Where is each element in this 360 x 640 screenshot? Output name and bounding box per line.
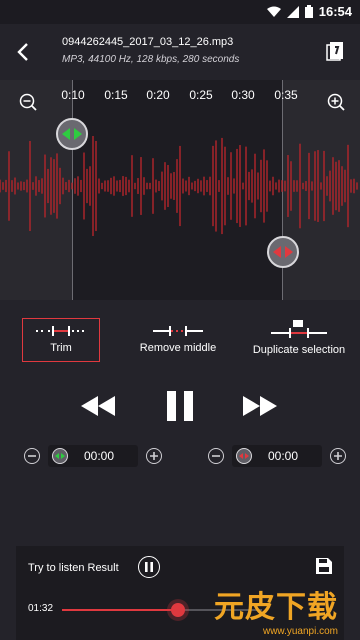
battery-icon <box>304 5 313 18</box>
result-progress-fill <box>62 609 178 611</box>
end-time-increase-button[interactable] <box>330 448 346 464</box>
plus-icon <box>150 452 158 460</box>
fast-forward-icon <box>243 396 277 416</box>
result-pause-button[interactable] <box>138 556 160 578</box>
watermark: 元皮下载 www.yuanpi.com <box>198 582 338 637</box>
zoom-in-button[interactable] <box>326 92 346 112</box>
file-list-button[interactable] <box>324 40 348 64</box>
end-time-field[interactable]: 00:00 <box>232 445 322 467</box>
save-icon <box>316 558 332 574</box>
zoom-out-button[interactable] <box>18 92 38 112</box>
green-drag-arrows-icon <box>62 128 82 140</box>
back-button[interactable] <box>10 38 36 66</box>
start-time-increase-button[interactable] <box>146 448 162 464</box>
duplicate-selection-mode-button[interactable]: Duplicate selection <box>248 314 350 362</box>
end-handle[interactable] <box>267 236 299 268</box>
watermark-text: 元皮下载 <box>214 590 338 625</box>
app-header: 0944262445_2017_03_12_26.mp3 MP3, 44100 … <box>0 24 360 80</box>
save-button[interactable] <box>316 558 334 576</box>
timeline-label: 0:10 <box>61 88 85 102</box>
plus-icon <box>334 452 342 460</box>
waveform-editor[interactable]: 0:10 0:15 0:20 0:25 0:30 0:35 <box>0 80 360 300</box>
back-arrow-icon <box>17 43 28 61</box>
green-drag-arrows-icon <box>55 453 65 459</box>
minus-icon <box>212 455 220 457</box>
zoom-in-icon <box>327 93 345 111</box>
watermark-url: www.yuanpi.com <box>262 626 338 637</box>
trim-label: Trim <box>50 342 72 354</box>
start-time-control: 00:00 <box>24 444 162 468</box>
edit-mode-selector: Trim Remove middle Duplicate selection <box>0 318 360 368</box>
result-preview-panel: Try to listen Result 01:32 元皮下载 www.yuan… <box>16 546 344 640</box>
pause-icon <box>145 562 153 572</box>
timeline-label: 0:15 <box>104 88 128 102</box>
start-time-field[interactable]: 00:00 <box>48 445 138 467</box>
start-time-value: 00:00 <box>84 449 115 463</box>
remove-middle-mode-button[interactable]: Remove middle <box>136 318 220 362</box>
end-marker-badge <box>236 448 252 464</box>
end-time-control: 00:00 <box>208 444 346 468</box>
result-label: Try to listen Result <box>28 562 119 574</box>
timeline-label: 0:25 <box>189 88 213 102</box>
timeline-label: 0:30 <box>231 88 255 102</box>
start-handle[interactable] <box>56 118 88 150</box>
red-drag-arrows-icon <box>239 453 249 459</box>
pause-icon <box>167 391 193 421</box>
file-meta: MP3, 44100 Hz, 128 kbps, 280 seconds <box>62 54 240 65</box>
rewind-button[interactable] <box>78 384 118 428</box>
result-current-time: 01:32 <box>28 603 54 614</box>
timeline-label: 0:35 <box>274 88 298 102</box>
wifi-icon <box>266 6 281 17</box>
trim-icon <box>36 326 86 336</box>
status-bar: 16:54 <box>0 0 360 24</box>
start-marker-badge <box>52 448 68 464</box>
signal-icon <box>286 5 299 18</box>
rewind-icon <box>81 396 115 416</box>
trim-mode-button[interactable]: Trim <box>22 318 100 362</box>
fast-forward-button[interactable] <box>240 384 280 428</box>
start-time-decrease-button[interactable] <box>24 448 40 464</box>
duplicate-selection-label: Duplicate selection <box>252 344 346 356</box>
red-drag-arrows-icon <box>273 246 293 258</box>
remove-middle-label: Remove middle <box>139 342 217 354</box>
duplicate-selection-icon <box>271 320 327 338</box>
end-time-value: 00:00 <box>268 449 299 463</box>
transport-controls <box>0 384 360 428</box>
file-name: 0944262445_2017_03_12_26.mp3 <box>62 36 234 48</box>
timeline-label: 0:20 <box>146 88 170 102</box>
clock: 16:54 <box>318 4 352 19</box>
pause-button[interactable] <box>160 384 200 428</box>
waveform <box>0 136 358 236</box>
result-progress-thumb[interactable] <box>171 603 185 617</box>
music-list-icon <box>326 42 343 61</box>
end-time-decrease-button[interactable] <box>208 448 224 464</box>
minus-icon <box>28 455 36 457</box>
zoom-out-icon <box>19 93 37 111</box>
remove-middle-icon <box>153 326 203 336</box>
